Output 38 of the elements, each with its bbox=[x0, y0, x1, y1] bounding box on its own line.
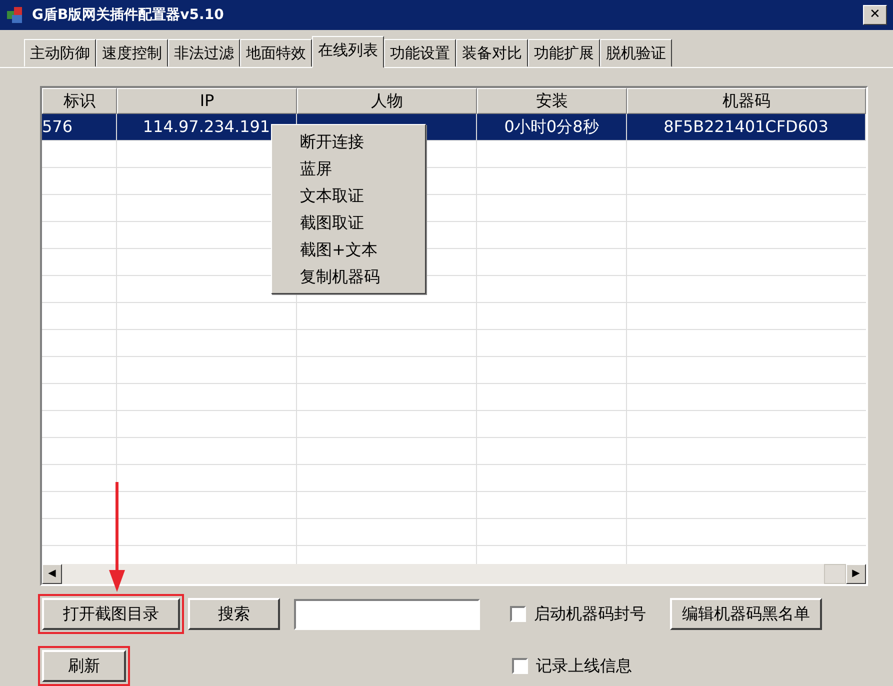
push-button[interactable]: 搜索 bbox=[188, 598, 280, 630]
menu-item[interactable]: 蓝屏 bbox=[272, 155, 425, 182]
column-header[interactable]: 安装 bbox=[477, 88, 627, 114]
scroll-thumb[interactable] bbox=[824, 564, 846, 584]
tab[interactable]: 速度控制 bbox=[96, 39, 168, 67]
menu-item[interactable]: 文本取证 bbox=[272, 182, 425, 209]
tab[interactable]: 主动防御 bbox=[24, 39, 96, 67]
close-button[interactable]: ✕ bbox=[863, 5, 887, 25]
checkbox[interactable] bbox=[510, 606, 526, 622]
push-button[interactable]: 刷新 bbox=[42, 650, 126, 682]
push-button[interactable]: 打开截图目录 bbox=[42, 598, 180, 630]
checkbox[interactable] bbox=[512, 658, 528, 674]
table-cell: 8F5B221401CFD603 bbox=[627, 114, 866, 141]
tab[interactable]: 装备对比 bbox=[456, 39, 528, 67]
menu-item[interactable]: 截图+文本 bbox=[272, 236, 425, 263]
scroll-left-button[interactable]: ◀ bbox=[42, 564, 62, 584]
table-cell: 114.97.234.191 bbox=[117, 114, 297, 141]
tab[interactable]: 功能扩展 bbox=[528, 39, 600, 67]
search-field[interactable] bbox=[294, 598, 480, 630]
column-header[interactable]: 机器码 bbox=[627, 88, 866, 114]
menu-item[interactable]: 截图取证 bbox=[272, 209, 425, 236]
push-button[interactable]: 编辑机器码黑名单 bbox=[670, 598, 822, 630]
tab[interactable]: 非法过滤 bbox=[168, 39, 240, 67]
tab[interactable]: 地面特效 bbox=[240, 39, 312, 67]
column-header[interactable]: IP bbox=[117, 88, 297, 114]
checkbox-label: 记录上线信息 bbox=[536, 655, 632, 677]
horizontal-scrollbar[interactable]: ◀ ▶ bbox=[42, 564, 866, 584]
table-cell: 0小时0分8秒 bbox=[477, 114, 627, 141]
column-header[interactable]: 人物 bbox=[297, 88, 477, 114]
checkbox-label: 启动机器码封号 bbox=[534, 603, 646, 625]
tab[interactable]: 脱机验证 bbox=[600, 39, 672, 67]
column-header[interactable]: 标识 bbox=[42, 88, 117, 114]
tab[interactable]: 在线列表 bbox=[312, 36, 384, 68]
scroll-right-button[interactable]: ▶ bbox=[846, 564, 866, 584]
tab[interactable]: 功能设置 bbox=[384, 39, 456, 67]
menu-item[interactable]: 复制机器码 bbox=[272, 263, 425, 290]
table-cell: 576 bbox=[42, 114, 117, 141]
window-title: G盾B版网关插件配置器v5.10 bbox=[32, 6, 224, 24]
